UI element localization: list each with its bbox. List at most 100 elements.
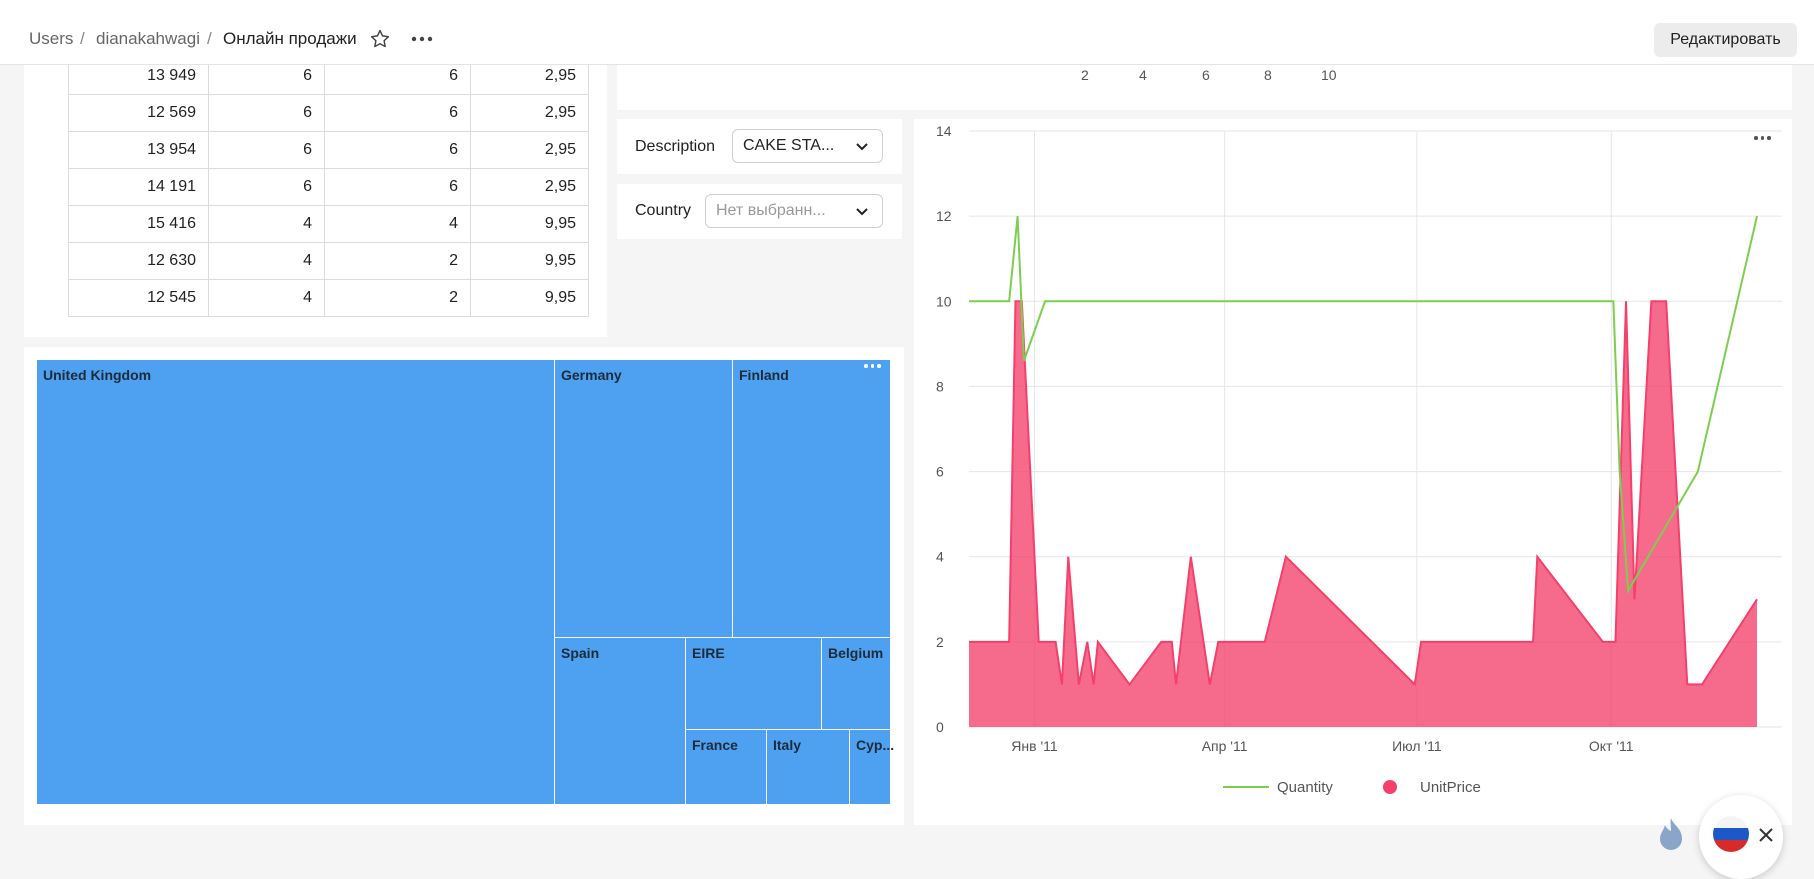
description-label: Description [635, 138, 716, 155]
table-row: 15 416 4 4 9,95 [68, 205, 589, 243]
y-tick-label: 6 [936, 464, 944, 480]
breadcrumb-item-user[interactable]: dianakahwagi [96, 29, 200, 49]
table-cell: 6 [208, 65, 325, 95]
flame-icon [1656, 816, 1686, 856]
area-chart: 0 2 4 6 8 10 12 14 Янв '11 Апр '11 Июл '11 Окт '11 Q… [936, 123, 1782, 796]
x-tick-label: 2 [1081, 67, 1089, 83]
treemap-label: Belgium [828, 645, 884, 661]
close-icon[interactable] [1758, 827, 1774, 843]
legend-unitprice-swatch [1383, 780, 1397, 794]
treemap-label: France [692, 737, 738, 753]
treemap-cell-united-kingdom[interactable]: United Kingdom [36, 359, 555, 805]
table-cell: 13 954 [68, 131, 209, 169]
treemap-widget: United Kingdom Germany Finland Spain EIR… [24, 347, 904, 825]
table-cell: 15 416 [68, 205, 209, 243]
table-cell: 9,95 [470, 279, 589, 317]
table-cell: 13 949 [68, 65, 209, 95]
table-cell: 4 [208, 242, 325, 280]
breadcrumb-separator: / [207, 29, 212, 48]
table-widget: 13 949 6 6 2,95 12 569 6 6 2,95 13 954 6 6 2,95 14 1… [24, 65, 607, 337]
table-cell: 6 [324, 94, 471, 132]
header: Users / dianakahwagi / Онлайн продажи Ре… [0, 0, 1814, 65]
treemap-label: Italy [773, 737, 802, 753]
y-tick-label: 12 [936, 208, 952, 224]
chevron-down-icon [856, 143, 868, 151]
description-filter: Description CAKE STA... [617, 119, 902, 174]
treemap-label: EIRE [692, 645, 725, 661]
table-cell: 4 [208, 205, 325, 243]
table-row: 14 191 6 6 2,95 [68, 168, 589, 206]
country-placeholder: Нет выбранн... [716, 202, 826, 219]
breadcrumb-separator: / [80, 29, 85, 48]
table-cell: 14 191 [68, 168, 209, 206]
description-value: CAKE STA... [743, 137, 835, 154]
y-tick-label: 10 [936, 293, 952, 309]
treemap-label: Germany [561, 367, 622, 383]
x-tick-label: Июл '11 [1392, 738, 1442, 754]
treemap-cell-cyprus[interactable]: Cyp... [849, 729, 895, 805]
x-tick-label: 10 [1321, 67, 1337, 83]
treemap-cell-finland[interactable]: Finland [732, 359, 891, 638]
more-options-icon[interactable] [407, 24, 437, 54]
y-tick-label: 14 [936, 123, 952, 139]
table-cell: 6 [324, 65, 471, 95]
table-cell: 12 630 [68, 242, 209, 280]
table-cell: 6 [208, 94, 325, 132]
table-cell: 12 545 [68, 279, 209, 317]
country-filter: Country Нет выбранн... [617, 184, 902, 239]
chart-menu-icon[interactable] [1754, 136, 1771, 140]
x-tick-label: 6 [1202, 67, 1210, 83]
table-row: 13 954 6 6 2,95 [68, 131, 589, 169]
legend-unitprice-label: UnitPrice [1420, 779, 1481, 796]
table-cell: 2 [324, 279, 471, 317]
x-tick-label: Янв '11 [1011, 738, 1058, 754]
x-tick-label: 8 [1264, 67, 1272, 83]
y-tick-label: 0 [936, 719, 944, 735]
data-table: 13 949 6 6 2,95 12 569 6 6 2,95 13 954 6 6 2,95 14 1… [68, 65, 589, 317]
treemap-label: Spain [561, 645, 600, 661]
table-cell: 9,95 [470, 205, 589, 243]
table-cell: 2,95 [470, 65, 589, 95]
x-tick-label: Окт '11 [1589, 738, 1634, 754]
treemap-cell-belgium[interactable]: Belgium [821, 637, 891, 730]
table-row: 12 630 4 2 9,95 [68, 242, 589, 280]
table-cell: 4 [324, 205, 471, 243]
table-cell: 6 [208, 131, 325, 169]
table-cell: 2,95 [470, 168, 589, 206]
treemap-cell-spain[interactable]: Spain [554, 637, 686, 805]
breadcrumb-item-dashboard: Онлайн продажи [223, 29, 357, 48]
treemap-label: Cyp... [856, 737, 895, 753]
treemap-menu-icon[interactable] [864, 364, 881, 368]
table-row: 12 569 6 6 2,95 [68, 94, 589, 132]
table-row: 13 949 6 6 2,95 [68, 65, 589, 95]
table-cell: 12 569 [68, 94, 209, 132]
treemap-cell-eire[interactable]: EIRE [685, 637, 822, 730]
country-select[interactable]: Нет выбранн... [705, 194, 883, 228]
table-cell: 6 [324, 131, 471, 169]
y-tick-label: 4 [936, 549, 944, 565]
treemap-label: Finland [739, 367, 789, 383]
language-switch-button[interactable] [1699, 795, 1783, 879]
edit-button[interactable]: Редактировать [1654, 23, 1797, 57]
table-cell: 2,95 [470, 94, 589, 132]
legend-quantity-label: Quantity [1277, 779, 1333, 796]
country-label: Country [635, 202, 692, 219]
top-chart-widget: 2 4 6 8 10 [617, 65, 1792, 110]
table-cell: 4 [208, 279, 325, 317]
table-cell: 6 [324, 168, 471, 206]
breadcrumb-item-users[interactable]: Users [29, 29, 73, 49]
table-row: 12 545 4 2 9,95 [68, 279, 589, 317]
treemap-cell-italy[interactable]: Italy [766, 729, 850, 805]
russia-flag-icon [1713, 816, 1749, 852]
y-tick-label: 2 [936, 634, 944, 650]
treemap-cell-france[interactable]: France [685, 729, 767, 805]
description-select[interactable]: CAKE STA... [732, 129, 883, 163]
table-cell: 2,95 [470, 131, 589, 169]
chevron-down-icon [856, 208, 868, 216]
treemap-label: United Kingdom [43, 367, 152, 383]
star-icon[interactable] [365, 24, 395, 54]
y-tick-label: 8 [936, 378, 944, 394]
table-cell: 2 [324, 242, 471, 280]
treemap-cell-germany[interactable]: Germany [554, 359, 733, 638]
x-tick-label: Апр '11 [1202, 738, 1248, 754]
